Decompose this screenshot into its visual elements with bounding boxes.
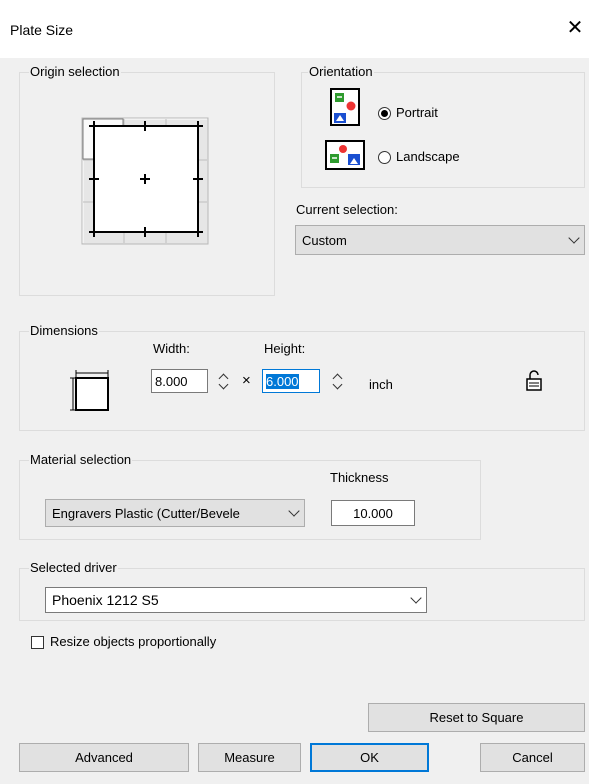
height-field[interactable]: 6.000 (262, 369, 320, 393)
plate-dimensions-icon (68, 366, 112, 412)
chevron-down-icon (568, 232, 580, 244)
landscape-radio[interactable] (378, 151, 391, 164)
width-value: 8.000 (155, 373, 188, 389)
origin-grid[interactable] (80, 116, 210, 246)
current-selection-value: Custom (302, 232, 347, 248)
close-icon: ✕ (566, 17, 584, 39)
driver-value: Phoenix 1212 S5 (52, 592, 159, 608)
title-bar (0, 0, 589, 58)
advanced-button[interactable]: Advanced (19, 743, 189, 772)
height-label: Height: (264, 341, 306, 356)
height-value: 6.000 (266, 373, 299, 389)
lock-icon[interactable] (525, 369, 543, 393)
portrait-label[interactable]: Portrait (396, 105, 438, 120)
chevron-down-icon (410, 592, 422, 604)
portrait-radio[interactable] (378, 107, 391, 120)
dimensions-label: Dimensions (29, 323, 99, 338)
times-icon: × (242, 372, 251, 389)
unit-label: inch (369, 377, 393, 392)
material-value: Engravers Plastic (Cutter/Bevele (52, 505, 240, 521)
material-dropdown[interactable]: Engravers Plastic (Cutter/Bevele (45, 499, 305, 527)
origin-selection-label: Origin selection (29, 64, 121, 79)
landscape-label[interactable]: Landscape (396, 149, 460, 164)
cancel-button[interactable]: Cancel (480, 743, 585, 772)
resize-checkbox[interactable] (31, 636, 44, 649)
thickness-label: Thickness (330, 470, 389, 485)
spin-down-icon (332, 379, 343, 390)
height-spinner[interactable] (332, 370, 343, 392)
current-selection-label: Current selection: (296, 202, 398, 217)
spin-down-icon (218, 379, 229, 390)
width-label: Width: (153, 341, 190, 356)
driver-dropdown[interactable]: Phoenix 1212 S5 (45, 587, 427, 613)
reset-to-square-button[interactable]: Reset to Square (368, 703, 585, 732)
close-button[interactable]: ✕ (563, 14, 587, 42)
thickness-value: 10.000 (353, 505, 393, 521)
portrait-icon (330, 88, 360, 126)
resize-label[interactable]: Resize objects proportionally (50, 634, 216, 649)
material-selection-label: Material selection (29, 452, 133, 467)
selected-driver-label: Selected driver (29, 560, 118, 575)
measure-button[interactable]: Measure (198, 743, 301, 772)
ok-button[interactable]: OK (310, 743, 429, 772)
current-selection-dropdown[interactable]: Custom (295, 225, 585, 255)
thickness-field[interactable]: 10.000 (331, 500, 415, 526)
width-spinner[interactable] (218, 370, 229, 392)
orientation-label: Orientation (308, 64, 374, 79)
chevron-down-icon (288, 505, 300, 517)
width-field[interactable]: 8.000 (151, 369, 208, 393)
window-title: Plate Size (10, 22, 74, 38)
landscape-icon (325, 140, 365, 170)
origin-grid-graphic (81, 117, 209, 245)
